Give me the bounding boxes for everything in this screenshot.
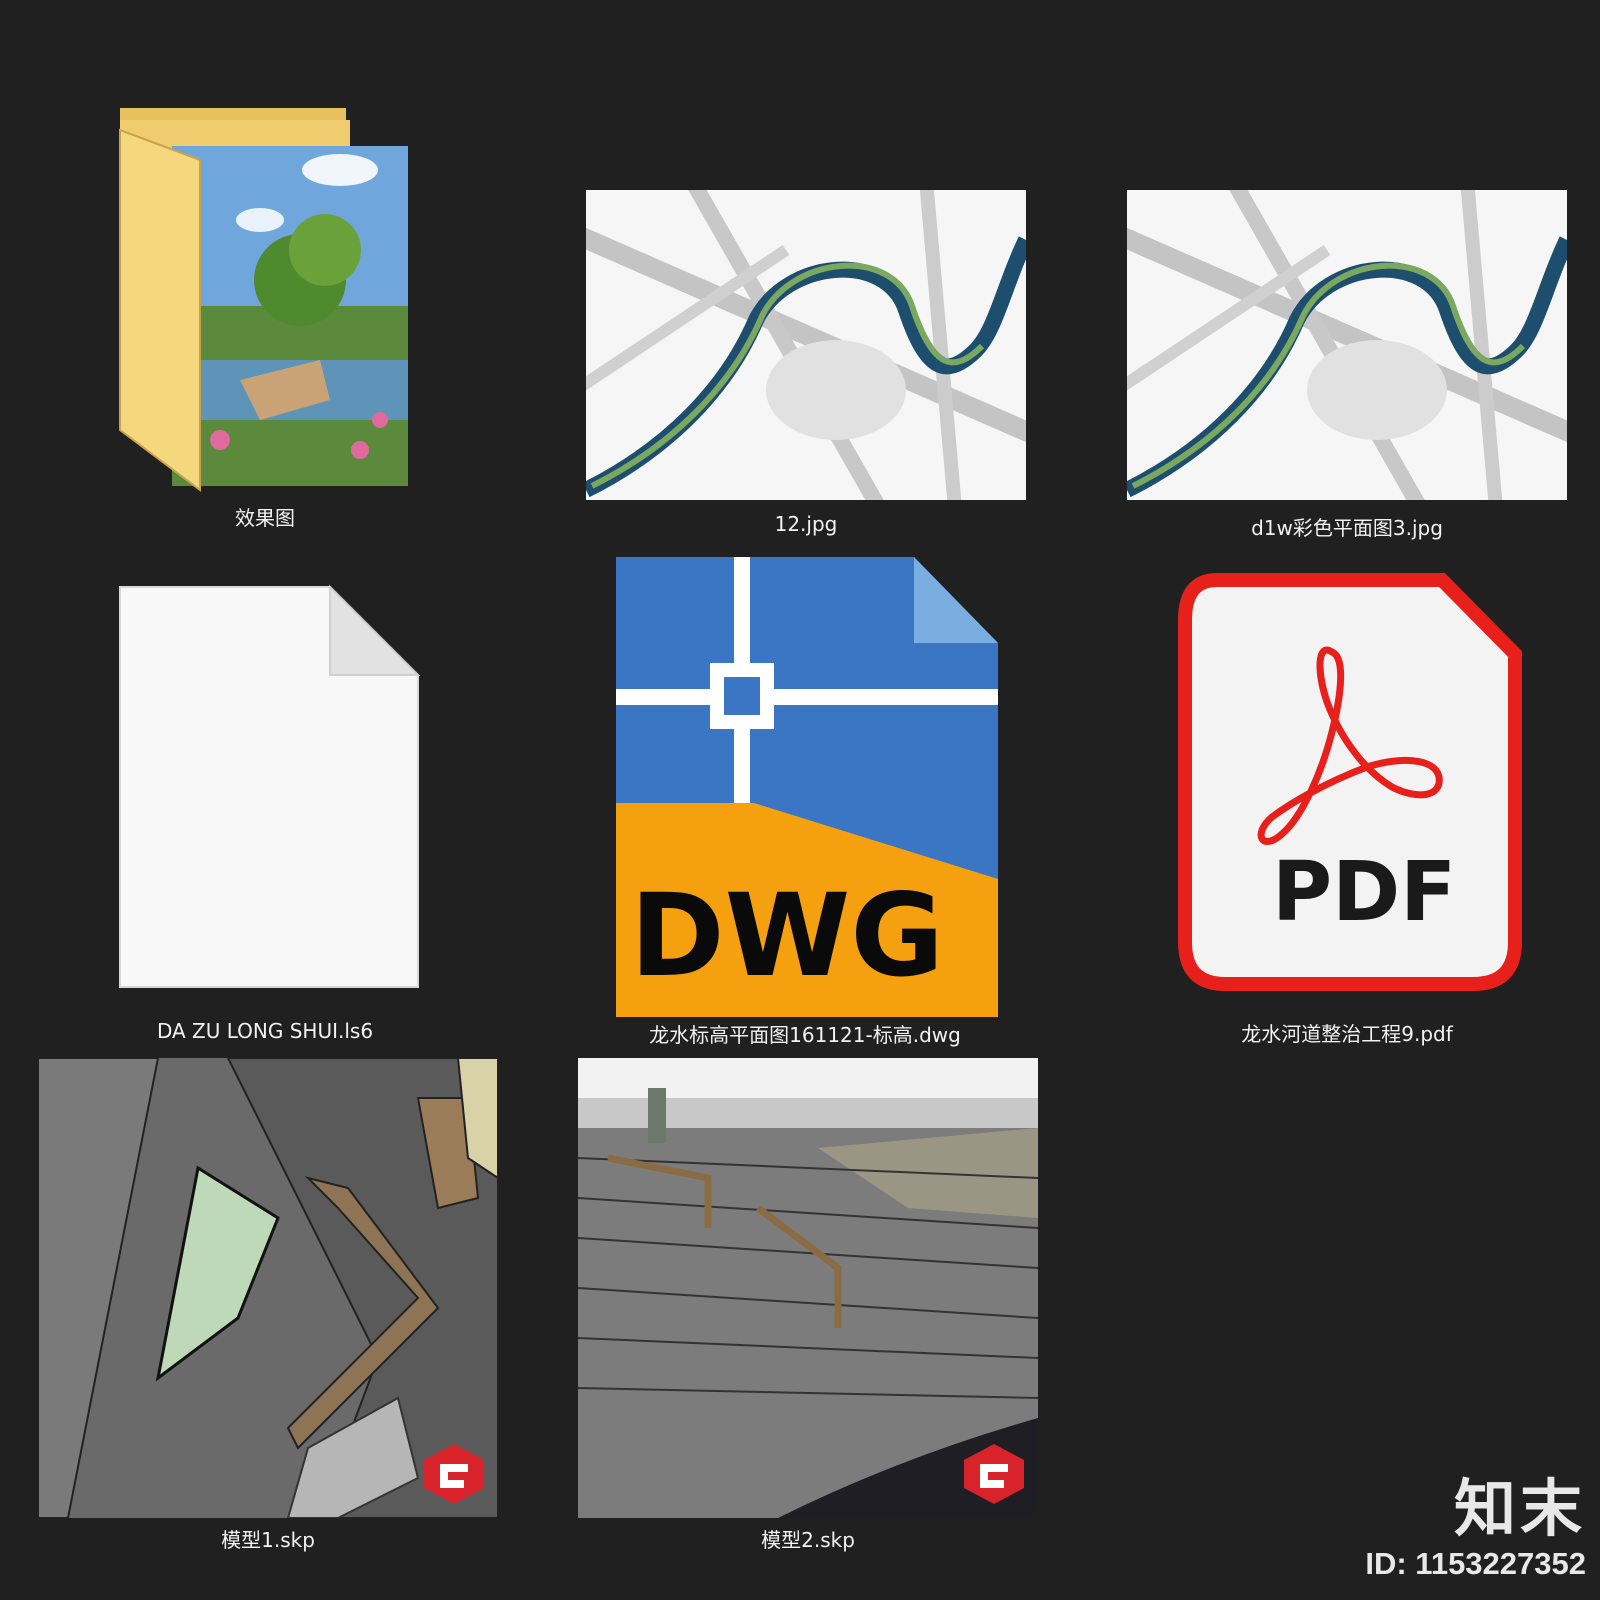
watermark: 知末 ID: 1153227352 <box>1365 1478 1586 1582</box>
sketchup-thumbnail <box>38 1058 498 1518</box>
sketchup-logo-icon <box>964 1444 1024 1504</box>
pdf-badge-text: PDF <box>1272 845 1456 940</box>
watermark-logo: 知末 <box>1453 1472 1586 1545</box>
file-item-image[interactable]: d1w彩色平面图3.jpg <box>1127 190 1567 540</box>
watermark-id: ID: 1153227352 <box>1365 1546 1586 1581</box>
file-name-label: d1w彩色平面图3.jpg <box>1251 516 1443 540</box>
file-name-label: 模型2.skp <box>761 1528 855 1552</box>
file-item-skp[interactable]: 模型2.skp <box>578 1058 1038 1552</box>
folder-icon <box>119 108 408 492</box>
dwg-file-icon: DWG <box>616 557 998 1017</box>
file-item-skp[interactable]: 模型1.skp <box>38 1058 498 1552</box>
file-item-blank[interactable]: DA ZU LONG SHUI.ls6 <box>110 584 421 1045</box>
sketchup-thumbnail <box>578 1058 1038 1518</box>
file-item-folder[interactable]: 效果图 <box>110 100 420 540</box>
file-name-label: DA ZU LONG SHUI.ls6 <box>156 1019 374 1043</box>
file-name-label: 龙水标高平面图161121-标高.dwg <box>649 1023 961 1047</box>
file-item-pdf[interactable]: PDF 龙水河道整治工程9.pdf <box>1127 570 1567 1046</box>
file-name-label: 12.jpg <box>774 512 838 536</box>
image-thumbnail <box>1127 190 1567 500</box>
pdf-file-icon: PDF <box>1178 573 1522 991</box>
file-name-label: 效果图 <box>235 506 295 530</box>
file-name-label: 龙水河道整治工程9.pdf <box>1241 1022 1453 1046</box>
sketchup-logo-icon <box>424 1444 484 1504</box>
file-item-dwg[interactable]: DWG 龙水标高平面图161121-标高.dwg <box>580 555 1030 1047</box>
file-name-label: 模型1.skp <box>221 1528 315 1552</box>
file-item-image[interactable]: 12.jpg <box>586 190 1026 540</box>
dwg-badge-text: DWG <box>630 869 944 1002</box>
image-thumbnail <box>586 190 1026 500</box>
blank-file-icon <box>119 584 421 988</box>
